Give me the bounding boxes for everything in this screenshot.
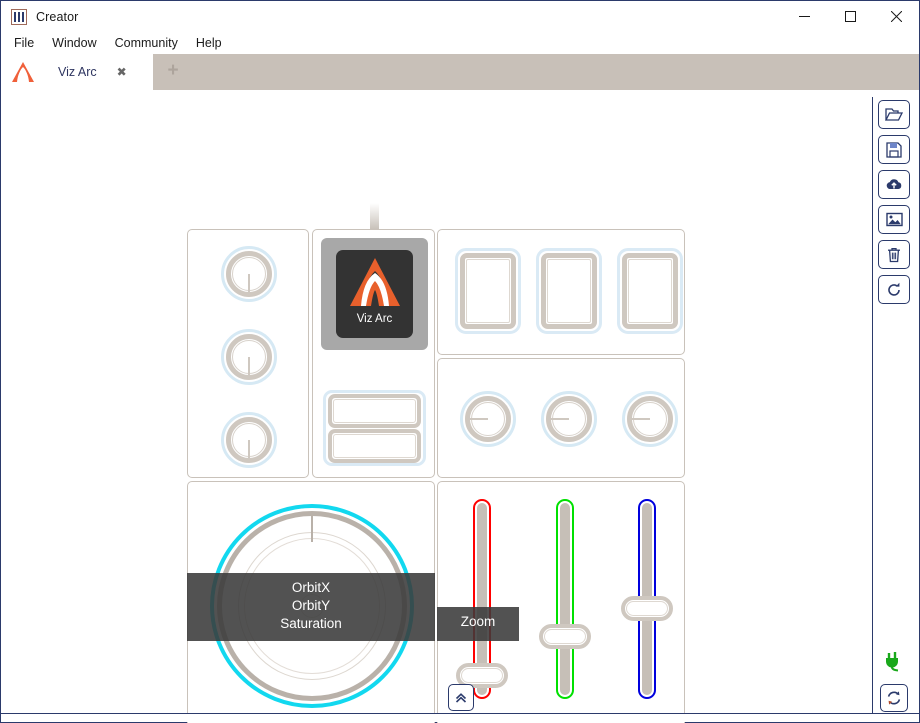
trackball-tick xyxy=(311,516,313,542)
knob-3[interactable] xyxy=(221,412,277,468)
maximize-icon[interactable] xyxy=(827,1,873,32)
slider-handle-blue[interactable] xyxy=(621,596,673,621)
viz-arc-tile-inner: Viz Arc xyxy=(336,250,413,338)
creator-window: Creator File Window Community Help Viz A… xyxy=(0,0,920,723)
right-toolbar xyxy=(878,100,912,310)
tab-label: Viz Arc xyxy=(58,65,97,79)
cloud-upload-icon[interactable] xyxy=(878,170,910,199)
knob-4[interactable] xyxy=(460,391,516,447)
tooltip-line-orbitx: OrbitX xyxy=(291,580,331,595)
knob-5[interactable] xyxy=(541,391,597,447)
rect-button-2[interactable] xyxy=(536,248,602,334)
title-bar: Creator xyxy=(1,1,919,32)
window-title: Creator xyxy=(36,9,79,24)
panel-drag-handle[interactable] xyxy=(370,203,379,229)
rect-button-body xyxy=(622,253,678,329)
chevron-double-up-icon xyxy=(455,692,467,703)
panel-tile-group: Viz Arc xyxy=(312,229,435,478)
tooltip-line-orbity: OrbitY xyxy=(291,598,331,613)
add-tab-button[interactable]: + xyxy=(163,61,183,82)
menu-item-file[interactable]: File xyxy=(5,34,43,52)
close-icon[interactable] xyxy=(873,1,919,32)
sync-icon xyxy=(887,691,901,705)
viz-arc-tile[interactable]: Viz Arc xyxy=(321,238,428,350)
double-button-bottom[interactable] xyxy=(328,429,421,463)
status-bar xyxy=(1,713,919,722)
slider-handle-green[interactable] xyxy=(539,624,591,649)
tab-strip: Viz Arc ✖ + xyxy=(1,54,919,90)
rect-button-3[interactable] xyxy=(617,248,683,334)
knob-pointer xyxy=(549,418,569,420)
refresh-icon[interactable] xyxy=(878,275,910,304)
rect-button-body xyxy=(541,253,597,329)
menu-item-help[interactable]: Help xyxy=(187,34,231,52)
viz-arc-tile-label: Viz Arc xyxy=(356,313,393,325)
slider-track-green xyxy=(556,499,574,699)
rect-button-1[interactable] xyxy=(455,248,521,334)
plug-connected-icon xyxy=(881,649,907,673)
floppy-save-icon[interactable] xyxy=(878,135,910,164)
image-icon[interactable] xyxy=(878,205,910,234)
panel-knobs-row xyxy=(437,358,685,478)
knob-2[interactable] xyxy=(221,329,277,385)
tooltip-line-saturation: Saturation xyxy=(280,616,342,631)
double-button[interactable] xyxy=(323,390,426,466)
knob-pointer xyxy=(248,357,250,377)
sync-button[interactable] xyxy=(880,684,908,712)
slider-blue[interactable] xyxy=(621,499,673,699)
folder-open-icon[interactable] xyxy=(878,100,910,129)
slider-red[interactable] xyxy=(456,499,508,699)
panel-knobs-left xyxy=(187,229,309,478)
knob-pointer xyxy=(248,440,250,460)
tab-viz-arc[interactable]: Viz Arc ✖ xyxy=(1,54,153,90)
knob-pointer xyxy=(248,274,250,294)
minimize-icon[interactable] xyxy=(781,1,827,32)
menu-item-window[interactable]: Window xyxy=(43,34,105,52)
zoom-tooltip: Zoom xyxy=(437,607,519,641)
window-controls xyxy=(781,1,919,32)
knob-1[interactable] xyxy=(221,246,277,302)
tab-close-icon[interactable]: ✖ xyxy=(117,66,127,78)
collapse-panel-button[interactable] xyxy=(448,684,474,711)
menu-bar: File Window Community Help xyxy=(1,32,919,54)
slider-green[interactable] xyxy=(539,499,591,699)
viz-arc-logo-icon xyxy=(345,254,405,312)
trash-icon[interactable] xyxy=(878,240,910,269)
toolbar-divider xyxy=(872,97,873,717)
viz-arc-logo-icon xyxy=(10,60,36,84)
knob-6[interactable] xyxy=(622,391,678,447)
knob-pointer xyxy=(468,418,488,420)
menu-item-community[interactable]: Community xyxy=(106,34,187,52)
rect-button-body xyxy=(460,253,516,329)
trackball-tooltip: OrbitX OrbitY Saturation xyxy=(187,573,435,641)
panel-sliders xyxy=(437,481,685,723)
knob-pointer xyxy=(630,418,650,420)
panel-rect-buttons xyxy=(437,229,685,355)
double-button-top[interactable] xyxy=(328,394,421,428)
app-bars-icon xyxy=(11,8,27,25)
